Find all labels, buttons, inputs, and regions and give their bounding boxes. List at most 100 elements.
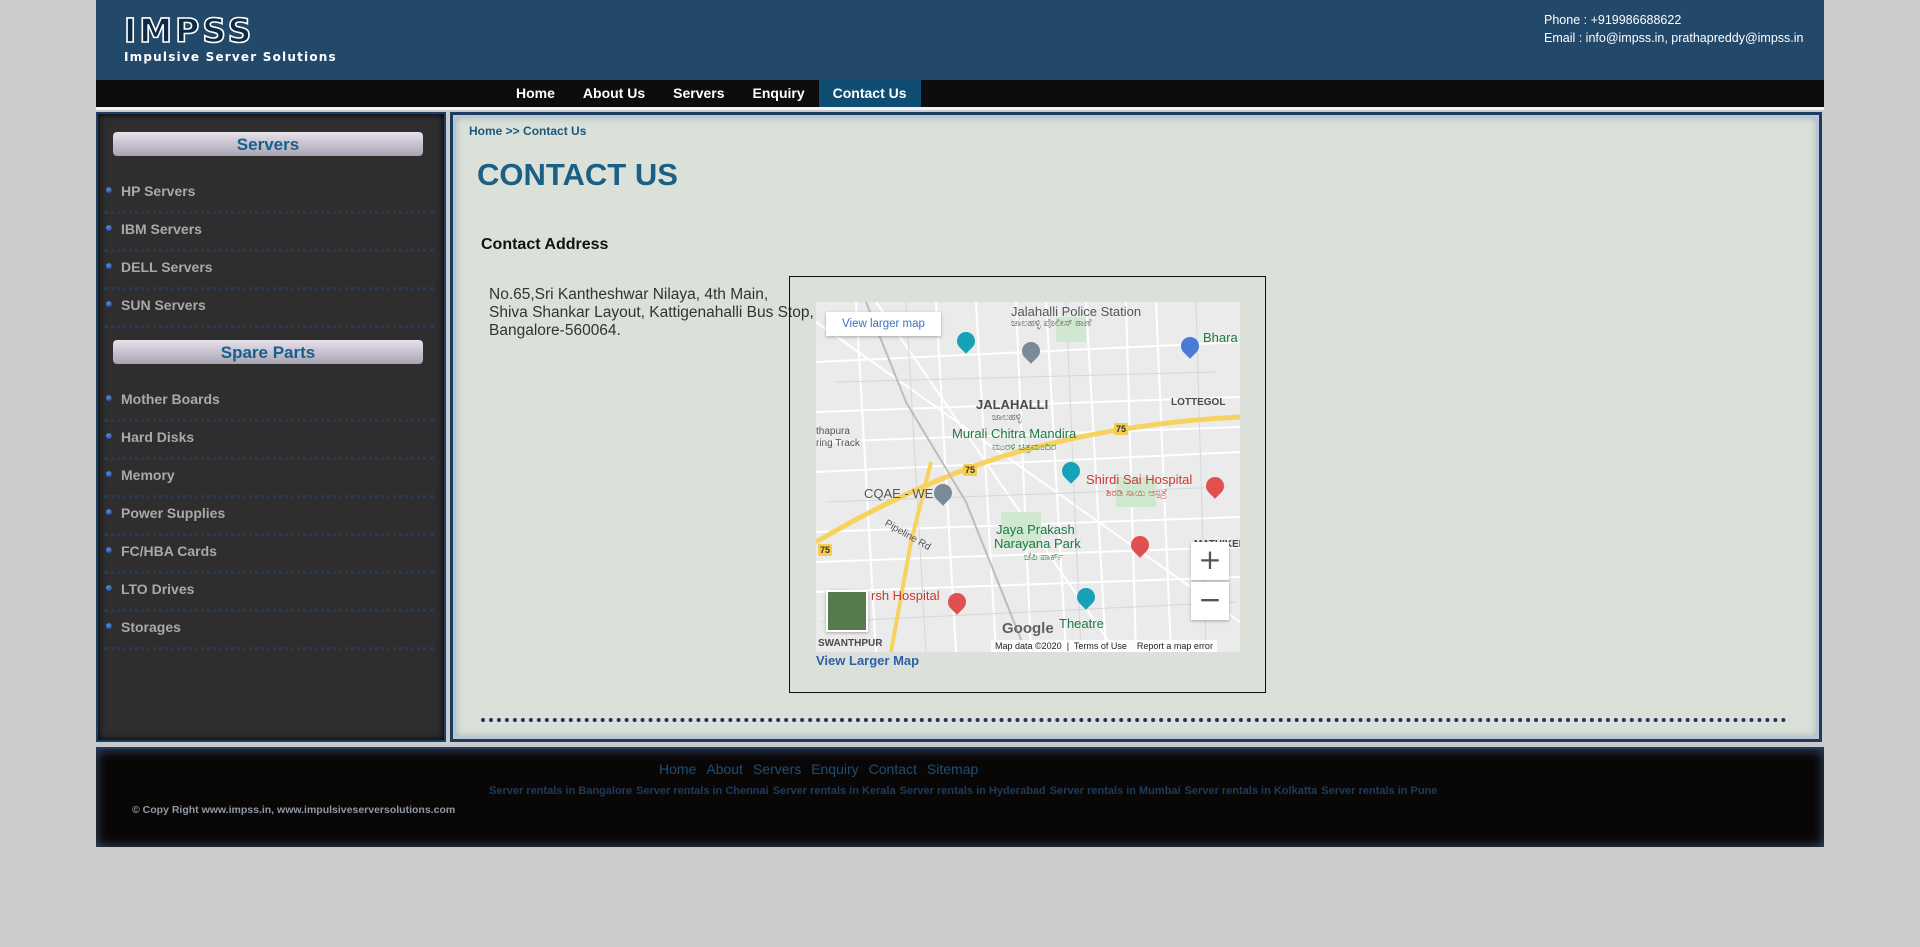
address-line: No.65,Sri Kantheshwar Nilaya, 4th Main, [489, 286, 769, 303]
sidebar-item-ibm-servers[interactable]: IBM Servers [104, 215, 434, 252]
header-contact-info: Phone : +919986688622 Email : info@impss… [1544, 11, 1804, 47]
sidebar-item-sun-servers[interactable]: SUN Servers [104, 291, 434, 328]
map-label-police-station-kn: ಜಾಲಹಳ್ಳಿ ಪೊಲೀಸ್ ಠಾಣೆ [1011, 318, 1092, 329]
map-label-jp-park-kn: ಜೆಪಿ ಪಾರ್ಕ್ [1024, 552, 1064, 563]
sidebar-item-label: SUN Servers [121, 297, 206, 313]
map-label-narayana-park: Narayana Park [994, 536, 1081, 551]
map-label-swanthpur: SWANTHPUR [818, 638, 883, 649]
road-75-shield: 75 [818, 544, 833, 556]
sidebar-servers-list: HP Servers IBM Servers DELL Servers SUN … [104, 177, 434, 329]
sidebar-item-hard-disks[interactable]: Hard Disks [104, 423, 434, 460]
map-label-shirdi-sai-hospital: Shirdi Sai Hospital [1086, 472, 1193, 487]
sidebar-item-label: IBM Servers [121, 221, 202, 237]
sidebar-heading-spare-parts: Spare Parts [113, 340, 423, 364]
site-header: IMPSS Impulsive Server Solutions Phone :… [96, 0, 1824, 80]
contact-address: No.65,Sri Kantheshwar Nilaya, 4th Main, … [489, 286, 814, 340]
rental-link-bangalore[interactable]: Server rentals in Bangalore [489, 785, 632, 797]
sidebar-item-memory[interactable]: Memory [104, 461, 434, 498]
map-label-thapura: thapura [816, 426, 850, 437]
bullet-icon [106, 301, 112, 307]
nav-servers[interactable]: Servers [659, 80, 738, 107]
main-nav: Home About Us Servers Enquiry Contact Us [96, 80, 1824, 110]
embedded-map[interactable]: Jalahalli Police Station ಜಾಲಹಳ್ಳಿ ಪೊಲೀಸ್… [816, 302, 1240, 652]
sidebar-item-label: Memory [121, 467, 175, 483]
page-title: CONTACT US [477, 157, 678, 192]
map-label-hospital: rsh Hospital [871, 588, 940, 603]
bullet-icon [106, 395, 112, 401]
map-label-ring-track: ring Track [816, 438, 860, 449]
sidebar-item-fc-hba-cards[interactable]: FC/HBA Cards [104, 537, 434, 574]
footer-rental-links: Server rentals in Bangalore Server renta… [489, 785, 1437, 797]
footer-link-home[interactable]: Home [659, 761, 696, 777]
map-attribution: Map data ©2020 | Terms of Use Report a m… [991, 640, 1217, 652]
sidebar-item-label: Power Supplies [121, 505, 226, 521]
sidebar-item-power-supplies[interactable]: Power Supplies [104, 499, 434, 536]
nav-contact-us[interactable]: Contact Us [818, 80, 921, 107]
zoom-in-button[interactable]: + [1191, 542, 1229, 580]
content-divider [481, 718, 1787, 722]
main-content: Home >> Contact Us CONTACT US Contact Ad… [450, 112, 1822, 742]
road-75-shield: 75 [1114, 423, 1129, 435]
footer-link-contact[interactable]: Contact [869, 761, 917, 777]
sidebar-item-dell-servers[interactable]: DELL Servers [104, 253, 434, 290]
contact-address-heading: Contact Address [481, 236, 609, 253]
sidebar-heading-servers: Servers [113, 132, 423, 156]
satellite-toggle[interactable] [826, 590, 868, 632]
rental-link-hyderabad[interactable]: Server rentals in Hyderabad [900, 785, 1046, 797]
map-label-jaya-prakash: Jaya Prakash [996, 522, 1075, 537]
sidebar-item-hp-servers[interactable]: HP Servers [104, 177, 434, 214]
map-container: Jalahalli Police Station ಜಾಲಹಳ್ಳಿ ಪೊಲೀಸ್… [789, 276, 1266, 693]
nav-home[interactable]: Home [502, 80, 569, 107]
map-label-murali-kn: ಮುರಳಿ ಚಿತ್ರಮಂದಿರ [992, 442, 1057, 453]
bullet-icon [106, 225, 112, 231]
sidebar-parts-list: Mother Boards Hard Disks Memory Power Su… [104, 385, 434, 651]
header-email: Email : info@impss.in, prathapreddy@imps… [1544, 31, 1804, 45]
sidebar-item-mother-boards[interactable]: Mother Boards [104, 385, 434, 422]
view-larger-map-link[interactable]: View Larger Map [816, 653, 919, 668]
nav-enquiry[interactable]: Enquiry [739, 80, 819, 107]
sidebar-item-label: DELL Servers [121, 259, 213, 275]
footer-link-enquiry[interactable]: Enquiry [811, 761, 858, 777]
map-view-larger-button[interactable]: View larger map [826, 312, 941, 336]
rental-link-chennai[interactable]: Server rentals in Chennai [636, 785, 769, 797]
map-label-theatre: Theatre [1059, 616, 1104, 631]
google-logo: Google [1002, 620, 1054, 637]
rental-link-pune[interactable]: Server rentals in Pune [1321, 785, 1437, 797]
map-label-police-station: Jalahalli Police Station [1011, 304, 1142, 319]
map-label-lottegol: LOTTEGOL [1171, 397, 1226, 408]
sidebar-item-label: LTO Drives [121, 581, 195, 597]
footer-link-sitemap[interactable]: Sitemap [927, 761, 978, 777]
sidebar-item-label: Mother Boards [121, 391, 220, 407]
footer-link-servers[interactable]: Servers [753, 761, 801, 777]
map-report-link[interactable]: Report a map error [1137, 641, 1213, 651]
rental-link-mumbai[interactable]: Server rentals in Mumbai [1050, 785, 1181, 797]
bullet-icon [106, 263, 112, 269]
map-terms-link[interactable]: Terms of Use [1074, 641, 1127, 651]
sidebar-item-label: Hard Disks [121, 429, 195, 445]
zoom-out-button[interactable]: − [1191, 582, 1229, 620]
map-label-shirdi-kn: ಶಿರಡಿ ಸಾಯಿ ಆಸ್ಪತ್ರೆ [1106, 488, 1168, 499]
sidebar-item-lto-drives[interactable]: LTO Drives [104, 575, 434, 612]
sidebar: Servers HP Servers IBM Servers DELL Serv… [96, 112, 446, 742]
sidebar-item-label: Storages [121, 619, 181, 635]
map-label-jalahalli-kn: ಜಾಲಹಳ್ಳಿ [992, 412, 1022, 423]
sidebar-item-label: HP Servers [121, 183, 196, 199]
map-data-text: Map data ©2020 [995, 641, 1062, 651]
road-75-shield: 75 [963, 464, 978, 476]
map-label-jalahalli: JALAHALLI [976, 397, 1049, 412]
sidebar-item-storages[interactable]: Storages [104, 613, 434, 650]
logo-mark: IMPSS [123, 11, 255, 50]
address-line: Bangalore-560064. [489, 322, 621, 339]
nav-about-us[interactable]: About Us [569, 80, 659, 107]
site-logo[interactable]: IMPSS Impulsive Server Solutions [123, 11, 337, 64]
bullet-icon [106, 509, 112, 515]
rental-link-kolkatta[interactable]: Server rentals in Kolkatta [1185, 785, 1318, 797]
footer-link-about[interactable]: About [706, 761, 743, 777]
header-phone: Phone : +919986688622 [1544, 13, 1682, 27]
logo-tagline: Impulsive Server Solutions [124, 50, 337, 64]
sidebar-item-label: FC/HBA Cards [121, 543, 217, 559]
map-label-cqae: CQAE - WE [864, 486, 934, 501]
rental-link-kerala[interactable]: Server rentals in Kerala [773, 785, 896, 797]
breadcrumb[interactable]: Home >> Contact Us [469, 124, 586, 138]
map-label-bharat: Bhara ambe [1203, 330, 1240, 345]
